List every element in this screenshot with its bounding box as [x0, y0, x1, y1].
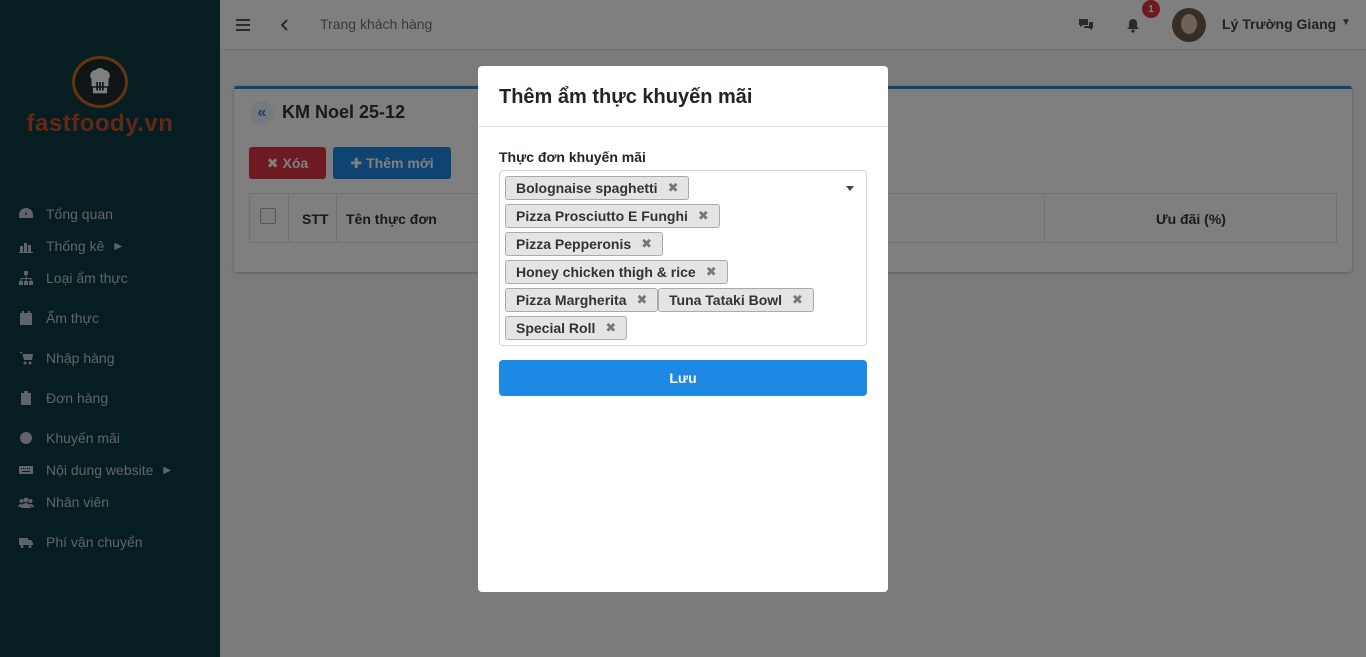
caret-down-icon[interactable] [846, 186, 854, 191]
selected-tag: Bolognaise spaghetti ✖ [505, 176, 690, 200]
selected-tag: Special Roll ✖ [505, 316, 628, 340]
tag-label: Tuna Tataki Bowl [669, 292, 783, 308]
remove-icon[interactable]: ✖ [636, 292, 647, 308]
remove-icon[interactable]: ✖ [605, 320, 616, 336]
selected-tag: Pizza Prosciutto E Funghi ✖ [505, 204, 720, 228]
remove-icon[interactable]: ✖ [792, 292, 803, 308]
remove-icon[interactable]: ✖ [698, 208, 709, 224]
selected-tag: Pizza Margherita ✖ [505, 288, 659, 312]
tag-label: Special Roll [516, 320, 596, 336]
selected-tag: Pizza Pepperonis ✖ [505, 232, 664, 256]
modal-header: Thêm ẩm thực khuyến mãi [478, 66, 888, 127]
modal-title: Thêm ẩm thực khuyến mãi [499, 86, 753, 108]
tag-label: Pizza Margherita [516, 292, 627, 308]
remove-icon[interactable]: ✖ [706, 264, 717, 280]
save-button[interactable]: Lưu [499, 360, 867, 396]
tag-label: Pizza Pepperonis [516, 236, 632, 252]
tag-label: Pizza Prosciutto E Funghi [516, 208, 688, 224]
tag-label: Honey chicken thigh & rice [516, 264, 696, 280]
selected-tag: Honey chicken thigh & rice ✖ [505, 260, 728, 284]
remove-icon[interactable]: ✖ [668, 180, 679, 196]
add-promotion-dish-modal: Thêm ẩm thực khuyến mãi Thực đơn khuyến … [478, 66, 888, 592]
promotion-menu-label: Thực đơn khuyến mãi [499, 149, 646, 165]
remove-icon[interactable]: ✖ [641, 236, 652, 252]
selected-tag: Tuna Tataki Bowl ✖ [658, 288, 814, 312]
tag-label: Bolognaise spaghetti [516, 180, 658, 196]
promotion-menu-multiselect[interactable]: Bolognaise spaghetti ✖ Pizza Prosciutto … [499, 170, 867, 346]
